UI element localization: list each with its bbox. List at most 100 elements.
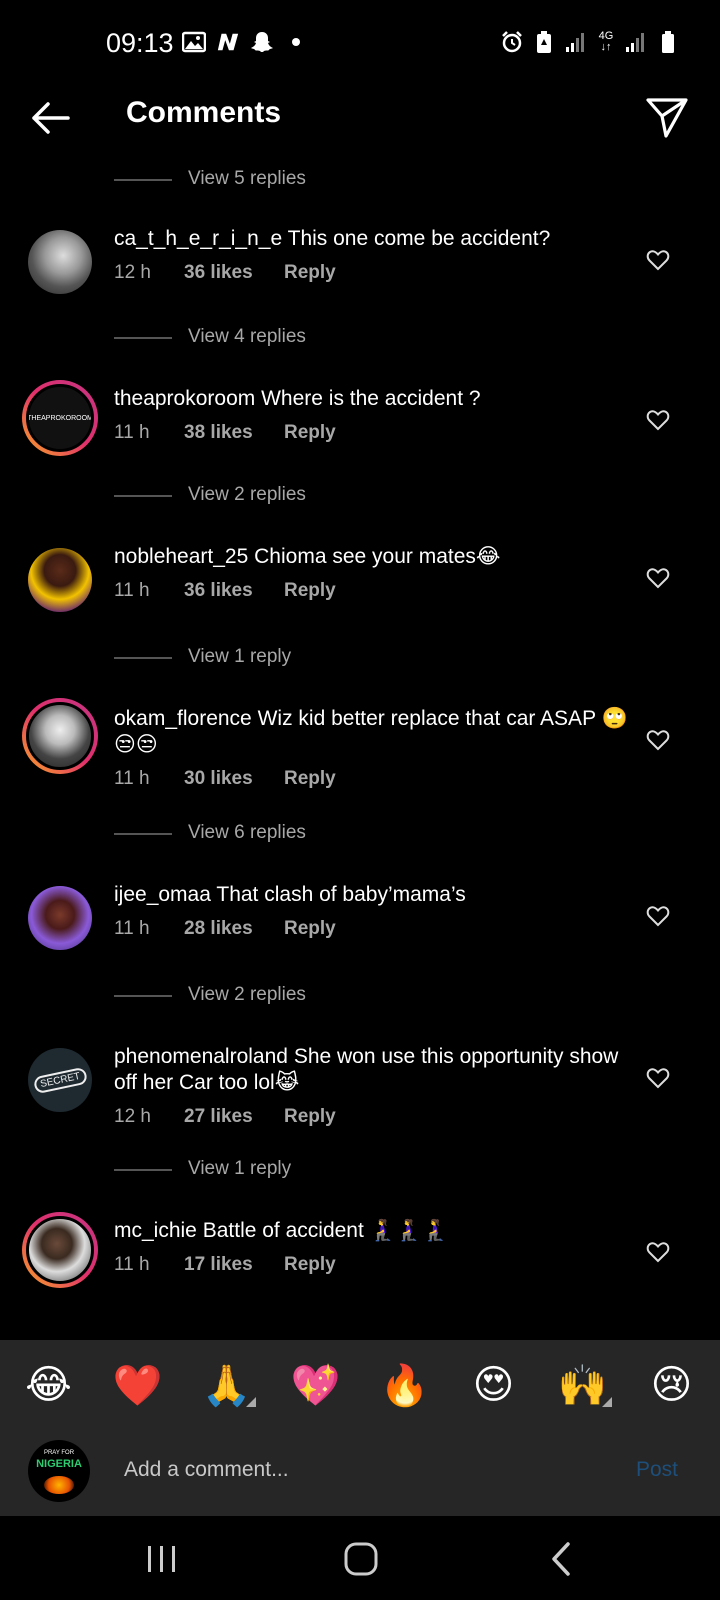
heart-icon[interactable] — [646, 566, 670, 590]
comment-body: ijee_omaa That clash of baby’mama’s 11 h… — [114, 882, 640, 940]
battery-saver-icon — [532, 30, 556, 54]
comment-item: SECRET phenomenalroland She won use this… — [0, 1042, 720, 1152]
comment-username[interactable]: nobleheart_25 — [114, 545, 248, 568]
post-button[interactable]: Post — [636, 1458, 678, 1482]
reply-button[interactable]: Reply — [284, 262, 336, 284]
comment-username[interactable]: theaprokoroom — [114, 387, 255, 410]
comment-meta: 11 h 38 likes Reply — [114, 422, 640, 444]
comment-likes[interactable]: 30 likes — [184, 768, 284, 790]
emoji-pray-button[interactable]: 🙏 — [192, 1362, 262, 1409]
emoji-crying-button[interactable]: 😢 — [637, 1362, 707, 1408]
heart-icon[interactable] — [646, 904, 670, 928]
avatar-main-text: NIGERIA — [36, 1458, 82, 1470]
avatar-brand-text: THEAPROKOROOM — [27, 414, 93, 422]
comment-text: nobleheart_25 Chioma see your mates😂 — [114, 544, 640, 570]
snapchat-icon — [250, 30, 274, 54]
heart-icon[interactable] — [646, 728, 670, 752]
notification-dot — [292, 38, 300, 46]
header: Comments — [0, 88, 720, 144]
avatar[interactable] — [28, 230, 92, 294]
comment-meta: 12 h 27 likes Reply — [114, 1106, 640, 1128]
network-4g-icon: 4G ↓↑ — [596, 30, 616, 54]
comment-likes[interactable]: 27 likes — [184, 1106, 284, 1128]
status-bar: 09:13 4G ↓↑ — [0, 0, 720, 88]
reply-button[interactable]: Reply — [284, 1106, 336, 1128]
back-button[interactable] — [28, 96, 72, 140]
comment-item: ca_t_h_e_r_i_n_e This one come be accide… — [0, 224, 720, 304]
comment-body: nobleheart_25 Chioma see your mates😂 11 … — [114, 544, 640, 602]
comment-username[interactable]: ca_t_h_e_r_i_n_e — [114, 227, 282, 250]
comment-input-bar: PRAY FOR NIGERIA Post — [0, 1430, 720, 1516]
comment-likes[interactable]: 17 likes — [184, 1254, 284, 1276]
comment-time: 11 h — [114, 1254, 150, 1275]
avatar[interactable]: THEAPROKOROOM — [22, 380, 98, 456]
view-replies-link[interactable]: View 4 replies — [0, 318, 720, 358]
back-icon — [552, 1542, 570, 1576]
comment-username[interactable]: mc_ichie — [114, 1219, 197, 1242]
reply-button[interactable]: Reply — [284, 918, 336, 940]
heart-icon[interactable] — [646, 248, 670, 272]
comment-time: 12 h — [114, 262, 151, 283]
comment-content: Chioma see your mates😂 — [254, 545, 501, 568]
avatar[interactable]: SECRET — [28, 1048, 92, 1112]
comment-likes[interactable]: 36 likes — [184, 262, 284, 284]
reply-button[interactable]: Reply — [284, 768, 336, 790]
comment-username[interactable]: phenomenalroland — [114, 1045, 288, 1068]
comment-body: ca_t_h_e_r_i_n_e This one come be accide… — [114, 226, 640, 284]
emoji-raised-hands-button[interactable]: 🙌 — [548, 1362, 618, 1409]
avatar-top-text: PRAY FOR — [43, 1450, 75, 1456]
recent-apps-button[interactable] — [138, 1536, 186, 1584]
view-replies-link[interactable]: View 2 replies — [0, 976, 720, 1016]
view-replies-link[interactable]: View 1 reply — [0, 1150, 720, 1190]
comment-username[interactable]: okam_florence — [114, 707, 252, 730]
view-replies-link[interactable]: View 5 replies — [0, 160, 720, 200]
emoji-fire-button[interactable]: 🔥 — [370, 1362, 440, 1409]
heart-icon[interactable] — [646, 408, 670, 432]
comment-item: okam_florence Wiz kid better replace tha… — [0, 698, 720, 814]
emoji-heart-button[interactable]: ❤️ — [103, 1362, 173, 1409]
replies-divider — [114, 657, 172, 659]
share-button[interactable] — [644, 94, 690, 140]
comment-body: okam_florence Wiz kid better replace tha… — [114, 706, 640, 790]
battery-icon — [656, 30, 680, 54]
avatar[interactable] — [22, 698, 98, 774]
comment-username[interactable]: ijee_omaa — [114, 883, 211, 906]
comment-likes[interactable]: 38 likes — [184, 422, 284, 444]
comment-likes[interactable]: 36 likes — [184, 580, 284, 602]
alarm-icon — [500, 30, 524, 54]
heart-icon[interactable] — [646, 1066, 670, 1090]
view-replies-link[interactable]: View 6 replies — [0, 814, 720, 854]
avatar[interactable] — [28, 886, 92, 950]
reply-button[interactable]: Reply — [284, 422, 336, 444]
emoji-heart-eyes-button[interactable]: 😍 — [459, 1362, 529, 1408]
home-button[interactable] — [338, 1536, 386, 1584]
comment-time: 11 h — [114, 918, 150, 939]
emoji-glyph: 🙌 — [557, 1362, 608, 1409]
view-replies-text: View 5 replies — [188, 168, 306, 189]
reply-button[interactable]: Reply — [284, 1254, 336, 1276]
emoji-sparkling-heart-button[interactable]: 💖 — [281, 1362, 351, 1409]
comment-likes[interactable]: 28 likes — [184, 918, 284, 940]
replies-divider — [114, 1169, 172, 1171]
view-replies-link[interactable]: View 2 replies — [0, 476, 720, 516]
emoji-laughing-button[interactable]: 😂 — [14, 1362, 84, 1408]
n-app-icon — [216, 30, 240, 54]
replies-divider — [114, 833, 172, 835]
view-replies-text: View 1 reply — [188, 646, 292, 667]
view-replies-link[interactable]: View 1 reply — [0, 638, 720, 678]
avatar[interactable] — [22, 1212, 98, 1288]
comment-meta: 11 h 28 likes Reply — [114, 918, 640, 940]
comment-text: phenomenalroland She won use this opport… — [114, 1044, 640, 1096]
status-right-icons: 4G ↓↑ — [500, 30, 680, 54]
avatar[interactable] — [28, 548, 92, 612]
comment-time: 11 h — [114, 580, 150, 601]
comment-input[interactable] — [124, 1452, 584, 1488]
heart-icon[interactable] — [646, 1240, 670, 1264]
replies-divider — [114, 179, 172, 181]
back-nav-button[interactable] — [540, 1536, 588, 1584]
gallery-icon — [182, 30, 206, 54]
comment-content: This one come be accident? — [287, 227, 551, 250]
arrow-left-icon — [32, 102, 70, 134]
comment-content: That clash of baby’mama’s — [216, 883, 466, 906]
reply-button[interactable]: Reply — [284, 580, 336, 602]
